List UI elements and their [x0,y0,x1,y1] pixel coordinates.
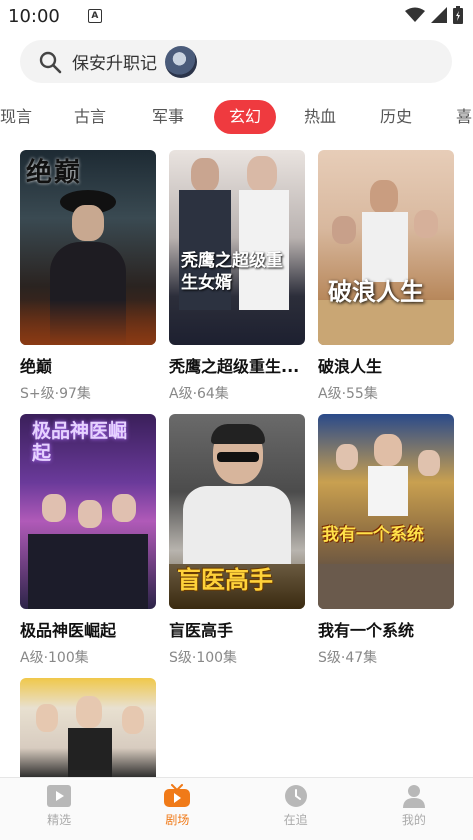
drama-poster[interactable]: 极品神医崛起 [20,414,156,609]
drama-meta: S级·100集 [169,650,238,666]
tab-xiju[interactable]: 喜 [456,100,473,134]
drama-card[interactable]: 盲医高手 盲医高手 S级·100集 [169,414,305,667]
search-suggestion-text: 保安升职记 [72,54,157,74]
tab-rexue[interactable]: 热血 [300,100,340,134]
clock-icon [284,785,307,807]
person-icon [402,785,425,808]
drama-meta: S+级·97集 [20,386,91,402]
poster-title-text: 秃鹰之超级重生女婿 [181,251,283,293]
drama-card[interactable]: 破浪人生 破浪人生 A级·55集 [318,150,454,403]
wifi-icon [405,7,425,22]
tab-xuanhuan[interactable]: 玄幻 [214,100,276,134]
poster-title-text: 我有一个系统 [322,525,424,545]
drama-title: 绝巅 [20,357,53,376]
drama-meta: A级·55集 [318,386,378,402]
search-suggestion-avatar [165,45,197,78]
signal-icon [431,7,447,23]
drama-poster[interactable]: 秃鹰之超级重生女婿 [169,150,305,345]
status-time: 10:00 [8,5,60,27]
tab-junshi[interactable]: 军事 [148,100,188,134]
drama-meta: A级·100集 [20,650,89,666]
status-notification-icon: A [87,9,102,23]
bottom-nav: 精选 剧场 在追 我的 [0,777,473,840]
nav-profile[interactable]: 我的 [355,778,473,840]
nav-theater[interactable]: 剧场 [118,778,236,840]
nav-featured[interactable]: 精选 [0,778,118,840]
drama-poster[interactable]: 绝巅 [20,150,156,345]
drama-card[interactable]: 绝巅 绝巅 S+级·97集 [20,150,156,403]
drama-title: 我有一个系统 [318,621,415,640]
drama-poster[interactable]: 我有一个系统 [318,414,454,609]
poster-title-text: 绝巅 [26,158,83,188]
drama-title: 极品神医崛起 [20,621,117,640]
drama-card[interactable]: 我有一个系统 我有一个系统 S级·47集 [318,414,454,667]
drama-card[interactable] [20,678,156,778]
drama-poster[interactable]: 盲医高手 [169,414,305,609]
poster-title-text: 极品神医崛起 [32,420,128,464]
search-icon [39,51,62,73]
drama-poster[interactable] [20,678,156,778]
drama-title: 秃鹰之超级重生... [169,357,300,376]
tv-icon [164,784,191,807]
battery-icon [453,6,463,24]
drama-poster[interactable]: 破浪人生 [318,150,454,345]
drama-title: 盲医高手 [169,621,234,640]
status-bar: 10:00 A [0,0,473,32]
drama-card[interactable]: 秃鹰之超级重生女婿 秃鹰之超级重生... A级·64集 [169,150,305,403]
poster-title-text: 盲医高手 [177,565,273,594]
drama-title: 破浪人生 [318,357,383,376]
nav-label: 剧场 [165,813,190,827]
category-tabs: 现言 古言 军事 玄幻 热血 历史 喜 [0,100,473,134]
play-square-icon [47,785,72,807]
status-indicators [405,6,463,24]
drama-meta: A级·64集 [169,386,229,402]
tab-guyan[interactable]: 古言 [70,100,110,134]
drama-card[interactable]: 极品神医崛起 极品神医崛起 A级·100集 [20,414,156,667]
nav-following[interactable]: 在追 [237,778,355,840]
nav-label: 在追 [283,813,308,827]
tab-lishi[interactable]: 历史 [376,100,416,134]
nav-label: 我的 [401,813,426,827]
tab-xianyan[interactable]: 现言 [0,100,36,134]
search-bar[interactable]: 保安升职记 [20,40,452,83]
drama-meta: S级·47集 [318,650,378,666]
poster-title-text: 破浪人生 [328,277,424,306]
nav-label: 精选 [47,813,72,827]
